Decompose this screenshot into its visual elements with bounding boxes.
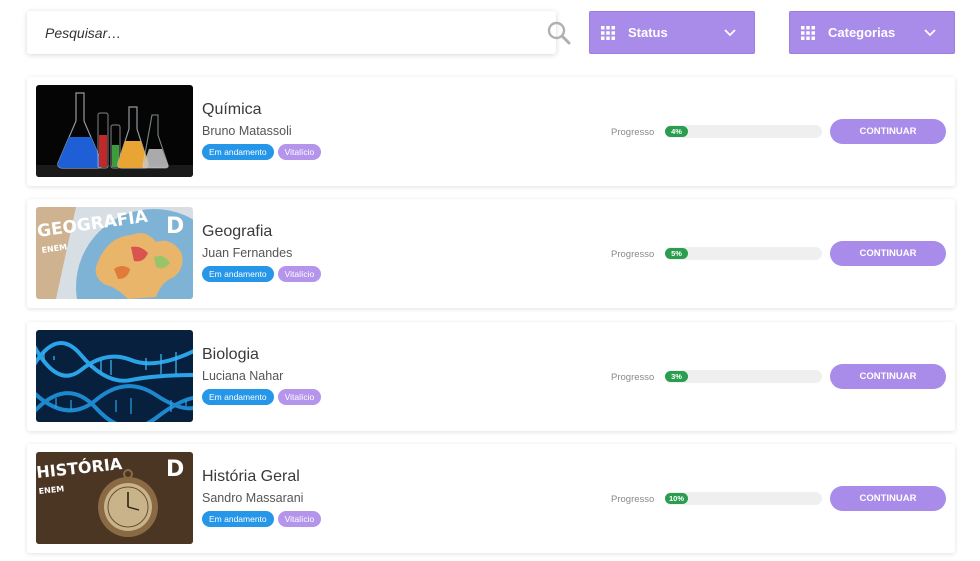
status-badge: Em andamento <box>202 389 274 405</box>
progress-fill: 5% <box>665 248 688 259</box>
status-filter-label: Status <box>628 25 668 40</box>
progress-value: 3% <box>671 372 682 381</box>
globe-image: GEOGRAFIA ENEM D <box>36 207 193 299</box>
continue-button[interactable]: CONTINUAR <box>830 241 946 266</box>
progress-fill: 10% <box>665 493 688 504</box>
categories-filter-button[interactable]: Categorias <box>789 11 955 54</box>
course-card-quimica: Química Bruno Matassoli Em andamento Vit… <box>27 77 955 186</box>
course-thumbnail[interactable] <box>36 85 193 177</box>
progress-label: Progresso <box>611 127 655 138</box>
continue-button[interactable]: CONTINUAR <box>830 119 946 144</box>
continue-button[interactable]: CONTINUAR <box>830 486 946 511</box>
chemistry-glassware-image <box>36 85 193 177</box>
course-card-biologia: Biologia Luciana Nahar Em andamento Vita… <box>27 322 955 431</box>
progress-bar: 3% <box>665 370 822 383</box>
course-teacher: Luciana Nahar <box>202 369 284 383</box>
toolbar: Status Categorias <box>0 0 980 66</box>
search-icon[interactable] <box>546 20 572 46</box>
status-badge: Em andamento <box>202 511 274 527</box>
access-badge: Vitalício <box>277 144 322 160</box>
progress-label: Progresso <box>611 249 655 260</box>
course-title[interactable]: Química <box>202 101 262 119</box>
continue-button[interactable]: CONTINUAR <box>830 364 946 389</box>
brand-logo: D <box>166 214 184 239</box>
course-thumbnail[interactable]: HISTÓRIA ENEM D <box>36 452 193 544</box>
course-title[interactable]: Biologia <box>202 346 259 364</box>
course-card-geografia: GEOGRAFIA ENEM D Geografia Juan Fernande… <box>27 199 955 308</box>
categories-filter-label: Categorias <box>828 25 896 40</box>
progress-fill: 4% <box>665 126 688 137</box>
course-teacher: Sandro Massarani <box>202 491 304 505</box>
chevron-down-icon <box>924 29 936 37</box>
progress-value: 4% <box>671 127 682 136</box>
status-badge: Em andamento <box>202 266 274 282</box>
course-title[interactable]: História Geral <box>202 468 300 486</box>
search-box <box>27 11 571 54</box>
pocket-watch-image: HISTÓRIA ENEM D <box>36 452 193 544</box>
chevron-down-icon <box>724 29 736 37</box>
search-input[interactable] <box>27 11 507 54</box>
progress-label: Progresso <box>611 494 655 505</box>
course-teacher: Bruno Matassoli <box>202 124 292 138</box>
dna-image <box>36 330 193 422</box>
course-thumbnail[interactable]: GEOGRAFIA ENEM D <box>36 207 193 299</box>
status-badge: Em andamento <box>202 144 274 160</box>
progress-bar: 5% <box>665 247 822 260</box>
progress-bar: 4% <box>665 125 822 138</box>
brand-logo: D <box>166 457 184 482</box>
progress-bar: 10% <box>665 492 822 505</box>
course-teacher: Juan Fernandes <box>202 246 293 260</box>
course-title[interactable]: Geografia <box>202 223 272 241</box>
access-badge: Vitalício <box>277 511 322 527</box>
course-card-historia-geral: HISTÓRIA ENEM D História Geral Sandro Ma… <box>27 444 955 553</box>
grid-icon <box>601 26 615 40</box>
progress-value: 5% <box>671 249 682 258</box>
access-badge: Vitalício <box>277 266 322 282</box>
progress-label: Progresso <box>611 372 655 383</box>
grid-icon <box>801 26 815 40</box>
progress-value: 10% <box>668 494 684 503</box>
status-filter-button[interactable]: Status <box>589 11 755 54</box>
progress-fill: 3% <box>665 371 688 382</box>
course-thumbnail[interactable] <box>36 330 193 422</box>
access-badge: Vitalício <box>277 389 322 405</box>
